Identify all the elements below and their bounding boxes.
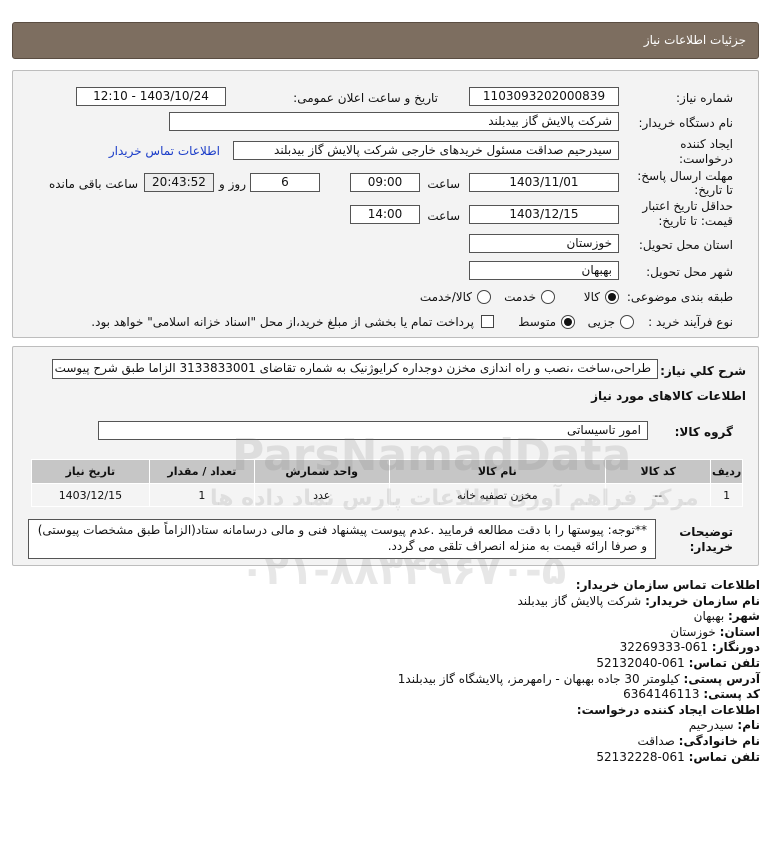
contact-fax-label: دورنگار:	[711, 640, 760, 655]
process-medium-label: متوسط	[518, 315, 556, 329]
watermark-subtitle: مرکز فراهم آوری اطلاعات پارس نماد داده ه…	[210, 486, 699, 511]
province-label: استان محل تحویل:	[638, 238, 733, 252]
contact-address: کیلومتر 30 جاده بهبهان - رامهرمز، پالایش…	[397, 671, 680, 686]
creator-info-title: اطلاعات ایجاد کننده درخواست:	[576, 702, 760, 717]
creator-label-2: درخواست:	[679, 152, 733, 166]
treasury-payment-label: پرداخت تمام یا بخشی از مبلغ خرید،از محل …	[91, 315, 474, 329]
contact-address-label: آدرس پستی:	[683, 671, 760, 686]
watermark-brand: ParsNamadData	[232, 430, 632, 481]
creator-name-label: نام:	[737, 718, 760, 733]
contact-phone: 061-52132040	[596, 655, 685, 670]
buyer-org-label: نام دستگاه خریدار:	[638, 116, 734, 130]
cell-need-date: 1403/12/15	[31, 483, 150, 507]
need-info-panel: شماره نیاز: 1103093202000839 تاریخ و ساع…	[12, 70, 759, 338]
deadline-label-2: تا تاریخ:	[694, 183, 733, 197]
province-field[interactable]: خوزستان	[469, 234, 619, 253]
contact-title: اطلاعات تماس سازمان خریدار:	[575, 578, 760, 592]
buyer-contact-link[interactable]: اطلاعات تماس خریدار	[109, 144, 220, 158]
contact-info: اطلاعات تماس سازمان خریدار: نام سازمان خ…	[10, 578, 760, 765]
days-field[interactable]: 6	[250, 173, 320, 192]
watermark-phone: ۰۲۱-۸۸۳۴۹۶۷۰-۵	[240, 548, 567, 594]
announce-datetime-field[interactable]: 1403/10/24 - 12:10	[76, 87, 226, 106]
contact-city: بهبهان	[693, 609, 725, 624]
validity-label: حداقل تاریخ اعتبار	[642, 199, 733, 213]
buyer-notes-label: توضیحات	[679, 525, 733, 539]
buyer-org-field[interactable]: شرکت پالایش گاز بیدبلند	[169, 112, 619, 131]
contact-org: شرکت پالایش گاز بیدبلند	[517, 593, 642, 608]
category-goods-service-radio[interactable]	[477, 290, 491, 304]
summary-field[interactable]: طراحی،ساخت ،نصب و راه اندازی مخزن دوجدار…	[52, 359, 658, 379]
goods-group-label: گروه کالا:	[674, 425, 733, 439]
category-goods-service-label: کالا/خدمت	[419, 290, 472, 304]
announce-datetime-label: تاریخ و ساعت اعلان عمومی:	[293, 91, 438, 105]
process-minor-radio[interactable]	[620, 315, 634, 329]
process-medium-radio[interactable]	[561, 315, 575, 329]
contact-postal: 6364146113	[623, 687, 700, 702]
category-service-label: خدمت	[504, 290, 536, 304]
validity-date-field[interactable]: 1403/12/15	[469, 205, 619, 224]
page-title: جزئیات اطلاعات نیاز	[643, 33, 746, 47]
contact-postal-label: کد پستی:	[703, 687, 760, 702]
remaining-time-field: 20:43:52	[144, 173, 214, 192]
city-label: شهر محل تحویل:	[646, 265, 733, 279]
process-minor-label: جزیی	[587, 315, 615, 329]
summary-label: شرح کلي نیاز:	[660, 364, 746, 378]
category-label: طبقه بندی موضوعی:	[626, 290, 733, 304]
creator-family-label: نام خانوادگی:	[678, 733, 760, 748]
cell-row-number: 1	[710, 483, 743, 507]
contact-city-label: شهر:	[728, 609, 760, 624]
creator-phone: 061-52132228	[596, 749, 685, 764]
creator-label: ایجاد کننده	[680, 137, 733, 151]
contact-fax: 061-32269333	[619, 640, 708, 655]
city-field[interactable]: بهبهان	[469, 261, 619, 280]
category-service-radio[interactable]	[541, 290, 555, 304]
creator-name: سیدرحیم	[688, 718, 734, 733]
category-goods-label: کالا	[583, 290, 600, 304]
creator-family: صداقت	[637, 733, 675, 748]
category-goods-radio[interactable]	[605, 290, 619, 304]
creator-phone-label: تلفن تماس:	[688, 749, 760, 764]
validity-label-2: قیمت: تا تاریخ:	[658, 214, 733, 228]
contact-province-label: استان:	[719, 624, 760, 639]
remaining-label: ساعت باقی مانده	[48, 177, 138, 191]
need-number-field[interactable]: 1103093202000839	[469, 87, 619, 106]
buyer-notes-label-2: خریدار:	[689, 540, 733, 554]
deadline-time-field[interactable]: 09:00	[350, 173, 420, 192]
treasury-payment-checkbox[interactable]	[481, 315, 494, 328]
process-type-label: نوع فرآیند خرید :	[648, 315, 733, 329]
deadline-time-label: ساعت	[427, 177, 460, 191]
deadline-date-field[interactable]: 1403/11/01	[469, 173, 619, 192]
validity-time-label: ساعت	[427, 209, 460, 223]
col-need-date: تاریخ نیاز	[31, 459, 150, 484]
days-label: روز و	[219, 177, 246, 191]
goods-info-title: اطلاعات کالاهای مورد نیاز	[591, 389, 746, 403]
contact-org-label: نام سازمان خریدار:	[645, 593, 760, 608]
need-number-label: شماره نیاز:	[676, 91, 733, 105]
validity-time-field[interactable]: 14:00	[350, 205, 420, 224]
deadline-label: مهلت ارسال پاسخ:	[637, 169, 733, 183]
col-row-number: ردیف	[710, 459, 743, 484]
contact-phone-label: تلفن تماس:	[688, 655, 760, 670]
contact-province: خوزستان	[670, 624, 716, 639]
page-header: جزئیات اطلاعات نیاز	[12, 22, 759, 59]
creator-field[interactable]: سیدرحیم صداقت مسئول خریدهای خارجی شرکت پ…	[233, 141, 619, 160]
